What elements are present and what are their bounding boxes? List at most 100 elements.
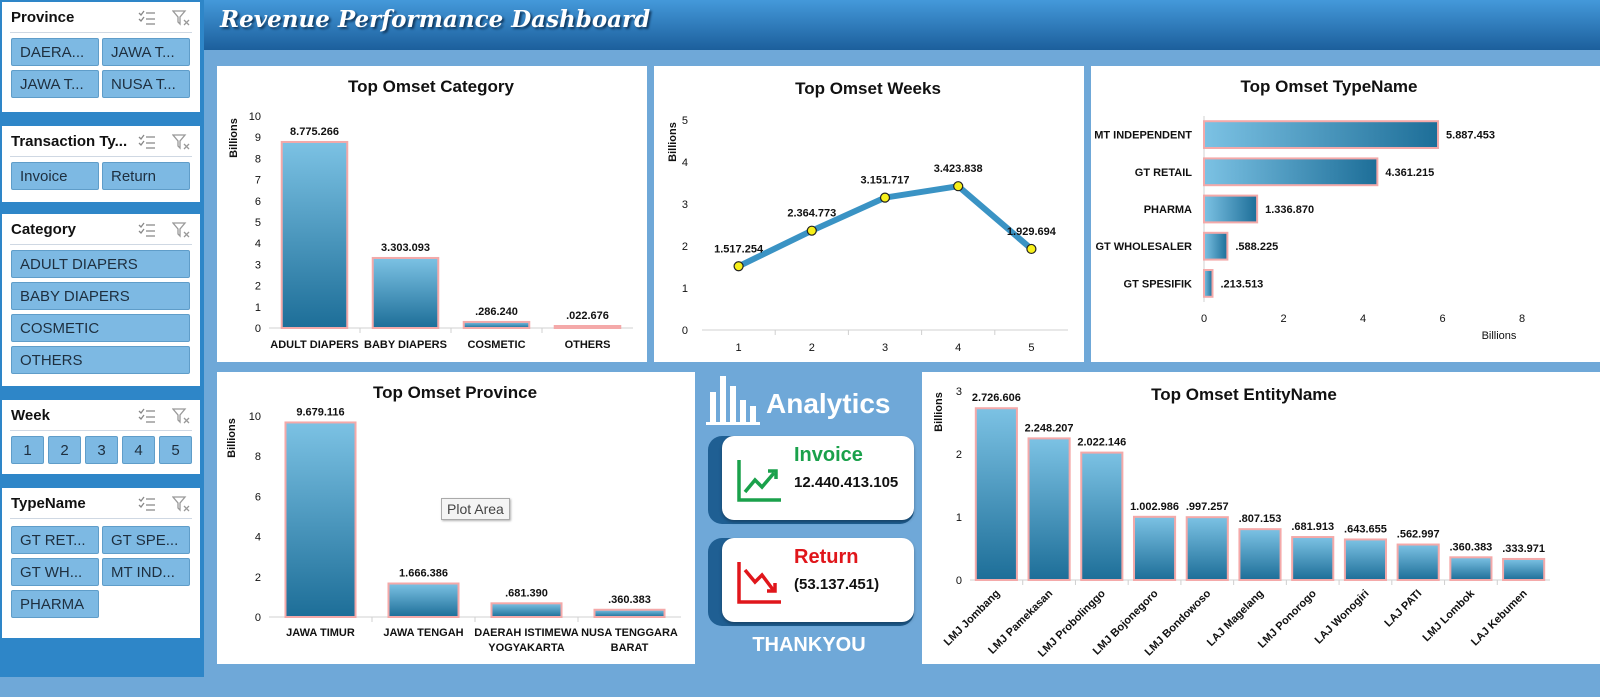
chart-weeks: Top Omset Weeks Billions 0 1 2 3 4 5 1.517.254 1 2… [667, 79, 1068, 354]
slicer-transaction-type: Transaction Ty... Invoice Return [2, 126, 200, 202]
slicer-sidebar: Province DAERA... JAWA T... JAWA T... NU… [0, 0, 204, 677]
bar [1080, 451, 1124, 581]
slicer-item-province[interactable]: NUSA T... [102, 70, 190, 98]
y-tick-label: 0 [255, 612, 261, 624]
multi-select-icon[interactable] [138, 408, 156, 424]
slicer-title: TypeName [11, 495, 86, 512]
data-label: 9.679.116 [296, 406, 344, 418]
x-tick-label: DAERAH ISTIMEWA [474, 627, 579, 639]
y-axis-label: Billions [226, 418, 238, 458]
slicer-item-province[interactable]: JAWA T... [11, 70, 99, 98]
slicer-item-invoice[interactable]: Invoice [11, 162, 99, 190]
kpi-invoice-card: Invoice 12.440.413.105 [722, 436, 914, 520]
data-label: .333.971 [1502, 543, 1545, 555]
data-label: .286.240 [475, 306, 518, 318]
slicer-item-week[interactable]: 3 [85, 436, 118, 464]
clear-filter-icon[interactable] [172, 408, 190, 424]
x-tick-label: 2 [809, 342, 815, 354]
bar [1238, 528, 1282, 582]
slicer-item-category[interactable]: COSMETIC [11, 314, 190, 342]
y-tick-label: 1 [682, 283, 688, 295]
x-tick-label: 3 [882, 342, 888, 354]
y-axis-label: Billions [228, 118, 240, 158]
bar [1449, 556, 1493, 581]
y-tick-label: 4 [255, 532, 261, 544]
slicer-item-week[interactable]: 2 [48, 436, 81, 464]
slicer-item-return[interactable]: Return [102, 162, 190, 190]
slicer-title: Category [11, 221, 77, 238]
slicer-category: Category ADULT DIAPERS BABY DIAPERS COSM… [2, 214, 200, 386]
slicer-item-week[interactable]: 5 [159, 436, 192, 464]
bar [387, 582, 460, 619]
data-label: 3.303.093 [381, 242, 430, 254]
slicer-item-week[interactable]: 4 [122, 436, 155, 464]
data-label: 1.929.694 [1007, 226, 1057, 238]
data-label: .213.513 [1220, 278, 1263, 290]
data-label: 5.887.453 [1446, 130, 1495, 142]
slicer-item-province[interactable]: JAWA T... [102, 38, 190, 66]
multi-select-icon[interactable] [138, 10, 156, 26]
slicer-header: TypeName [10, 488, 192, 519]
data-point [1026, 243, 1037, 255]
slicer-header: Category [10, 214, 192, 245]
slicer-item-category[interactable]: OTHERS [11, 346, 190, 374]
slicer-title: Transaction Ty... [11, 133, 128, 150]
slicer-item-week[interactable]: 1 [11, 436, 44, 464]
data-point [953, 181, 964, 192]
data-point [806, 225, 817, 236]
y-tick-label: 2 [255, 281, 261, 293]
slicer-item-category[interactable]: BABY DIAPERS [11, 282, 190, 310]
bar [593, 608, 666, 618]
data-label: .997.257 [1186, 501, 1229, 513]
y-tick-label: 3 [255, 259, 261, 271]
thankyou-text: THANKYOU [752, 634, 866, 656]
data-label: 3.423.838 [934, 163, 983, 175]
data-label: 2.248.207 [1025, 422, 1074, 434]
slicer-item-province[interactable]: DAERA... [11, 38, 99, 66]
data-label: 1.666.386 [399, 568, 448, 580]
clear-filter-icon[interactable] [172, 222, 190, 238]
x-tick-label: 8 [1519, 313, 1525, 325]
data-label: 3.151.717 [861, 175, 910, 187]
clear-filter-icon[interactable] [172, 496, 190, 512]
bar [1132, 515, 1177, 581]
bar [974, 407, 1018, 582]
slicer-item-category[interactable]: ADULT DIAPERS [11, 250, 190, 278]
slicer-item-typename[interactable]: PHARMA [11, 590, 99, 618]
x-tick-label: 1 [736, 342, 742, 354]
x-tick-label: 5 [1028, 342, 1034, 354]
y-tick-label: 3 [956, 386, 962, 398]
multi-select-icon[interactable] [138, 134, 156, 150]
slicer-item-typename[interactable]: GT RET... [11, 526, 99, 554]
x-tick-label: COSMETIC [467, 339, 525, 351]
clear-filter-icon[interactable] [172, 10, 190, 26]
slicer-item-typename[interactable]: GT SPE... [102, 526, 190, 554]
multi-select-icon[interactable] [138, 496, 156, 512]
x-tick-label: LAJ PATI [1382, 588, 1424, 630]
chart-panel-weeks[interactable]: Top Omset Weeks Billions 0 1 2 3 4 5 1.517.254 1 2… [654, 66, 1084, 362]
bar [1343, 538, 1388, 582]
chart-panel-category[interactable]: Top Omset Category Billions 0 1 2 3 4 5 6 7 8 9 10 8.… [217, 66, 647, 362]
bar [1502, 557, 1546, 581]
y-tick-label: 4 [255, 238, 261, 250]
y-tick-label: 10 [249, 411, 261, 423]
y-tick-label: 1 [956, 512, 962, 524]
chart-panel-entity[interactable]: Top Omset EntityName Billions 0 1 2 3 2.726.60… [922, 372, 1600, 664]
multi-select-icon[interactable] [138, 222, 156, 238]
y-tick-label: PHARMA [1144, 204, 1192, 216]
data-label: .360.383 [608, 594, 651, 606]
data-label: 1.336.870 [1265, 204, 1314, 216]
data-point [879, 192, 891, 203]
bar [490, 602, 563, 619]
chart-panel-typename[interactable]: Top Omset TypeName 5.887.453 MT INDEPENDEN… [1091, 66, 1600, 362]
slicer-item-typename[interactable]: MT IND... [102, 558, 190, 586]
clear-filter-icon[interactable] [172, 134, 190, 150]
x-tick-label: JAWA TIMUR [286, 627, 355, 639]
kpi-return-value: (53.137.451) [794, 576, 880, 593]
data-label: .588.225 [1235, 241, 1278, 253]
y-tick-label: 0 [255, 323, 261, 335]
slicer-item-typename[interactable]: GT WH... [11, 558, 99, 586]
kpi-return: Return (53.137.451) [708, 538, 914, 626]
x-tick-label: YOGYAKARTA [488, 642, 564, 654]
data-label: 2.364.773 [787, 208, 836, 220]
